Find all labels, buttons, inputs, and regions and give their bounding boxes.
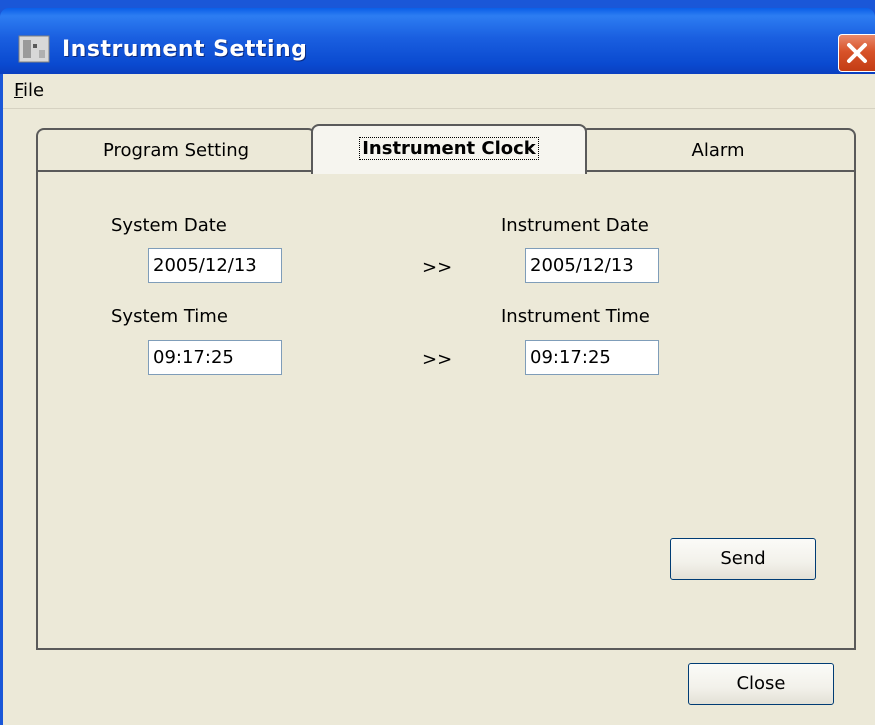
instrument-setting-window: Instrument Setting File Program Setting … [0, 0, 875, 725]
title-bar[interactable]: Instrument Setting [0, 8, 875, 74]
send-button[interactable]: Send [670, 538, 816, 580]
menu-file[interactable]: File [10, 76, 48, 106]
system-time-field[interactable]: 09:17:25 [148, 340, 282, 375]
time-copy-arrow: >> [422, 349, 453, 370]
menu-file-accelerator: F [14, 80, 24, 101]
tab-alarm[interactable]: Alarm [580, 128, 856, 170]
instrument-time-field[interactable]: 09:17:25 [525, 340, 659, 375]
close-window-button[interactable] [838, 34, 875, 72]
instrument-date-field[interactable]: 2005/12/13 [525, 248, 659, 283]
instrument-clock-panel: System Date 2005/12/13 >> Instrument Dat… [36, 170, 856, 650]
menu-bar: File [3, 74, 875, 109]
date-copy-arrow: >> [422, 257, 453, 278]
menu-file-label: ile [23, 80, 45, 101]
close-button[interactable]: Close [688, 663, 834, 705]
system-date-label: System Date [111, 215, 227, 236]
tab-program-setting[interactable]: Program Setting [36, 128, 316, 170]
close-icon [847, 43, 867, 63]
instrument-time-label: Instrument Time [501, 306, 650, 327]
window-title: Instrument Setting [62, 37, 308, 62]
instrument-date-label: Instrument Date [501, 215, 649, 236]
window-client-area: File Program Setting Alarm Instrument Cl… [3, 74, 875, 725]
app-icon [18, 35, 50, 63]
system-time-label: System Time [111, 306, 228, 327]
system-date-field[interactable]: 2005/12/13 [148, 248, 282, 283]
tab-instrument-clock-label: Instrument Clock [359, 137, 539, 160]
tab-instrument-clock[interactable]: Instrument Clock [311, 124, 587, 174]
